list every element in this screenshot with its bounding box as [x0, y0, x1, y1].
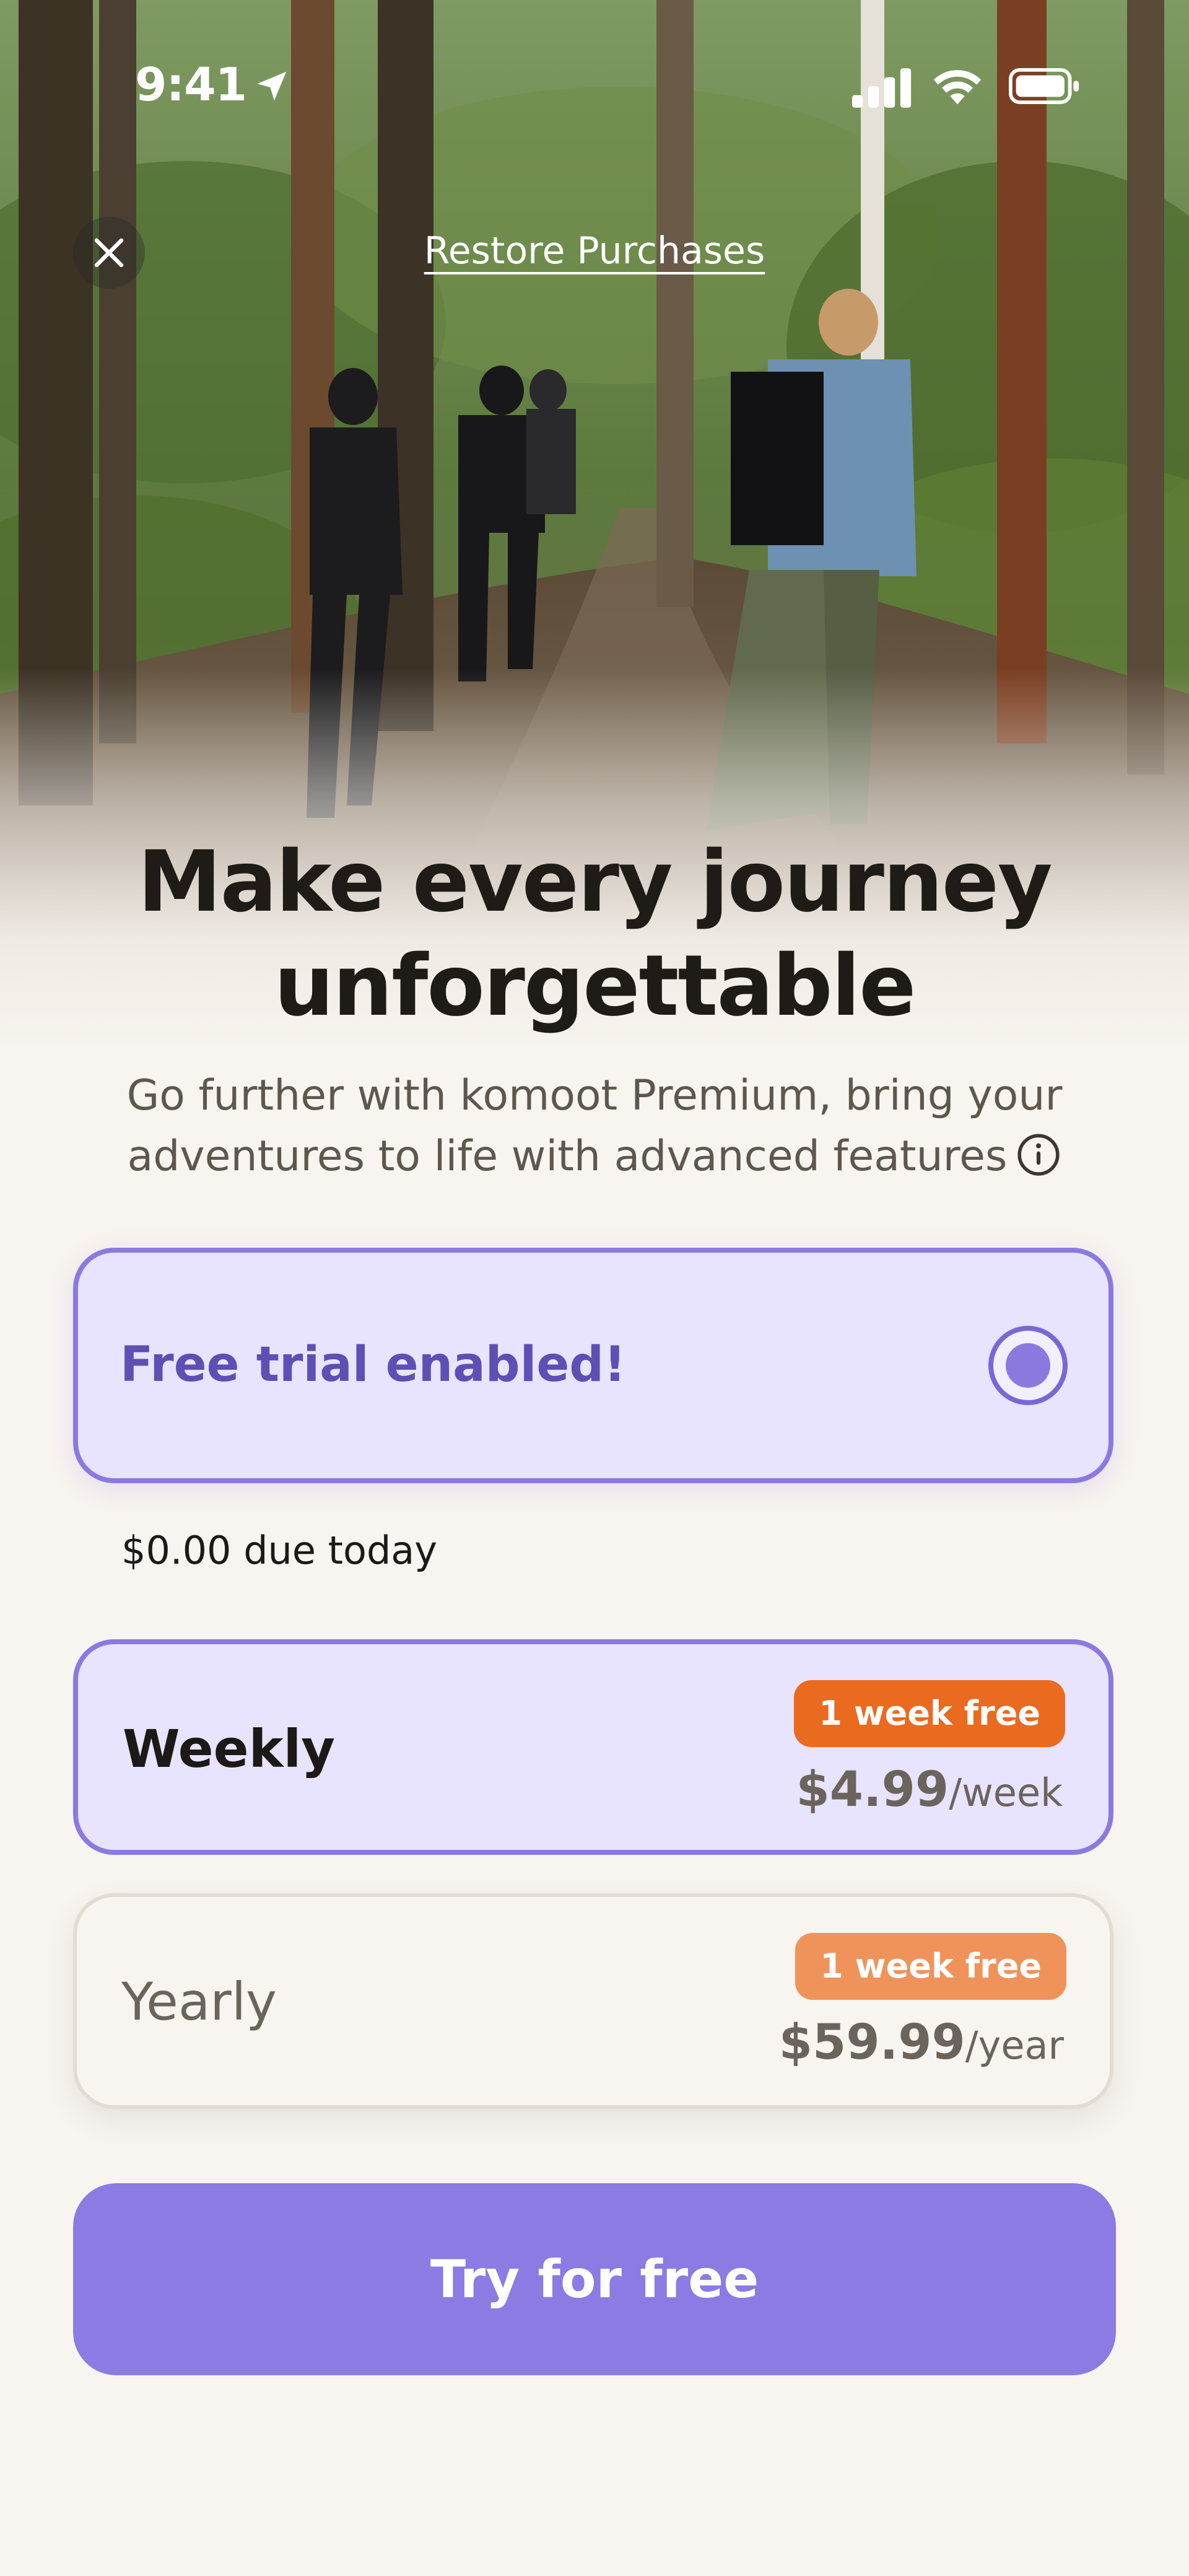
page-subtitle-line-2-text: adventures to life with advanced feature…: [127, 1132, 1008, 1181]
location-arrow-icon: [257, 71, 287, 101]
plan-name: Yearly: [121, 1971, 277, 2032]
plan-option-yearly[interactable]: Yearly 1 week free $59.99/year: [73, 1893, 1113, 2109]
due-today-text: $0.00 due today: [121, 1528, 437, 1573]
page-title-line-1: Make every journey: [137, 833, 1052, 931]
plan-name: Weekly: [123, 1719, 336, 1779]
page-subtitle: Go further with komoot Premium, bring yo…: [81, 1066, 1108, 1187]
plan-option-weekly[interactable]: Weekly 1 week free $4.99/week: [73, 1639, 1113, 1855]
status-bar: 9:41: [0, 0, 1189, 112]
page-subtitle-line-2: adventures to life with advanced feature…: [81, 1126, 1108, 1187]
free-week-badge: 1 week free: [795, 1933, 1066, 2000]
battery-icon: [1009, 68, 1079, 104]
wifi-icon: [933, 70, 982, 105]
restore-purchases-link[interactable]: Restore Purchases: [347, 229, 842, 273]
plan-price: $4.99/week: [796, 1762, 1063, 1818]
status-time: 9:41: [135, 58, 247, 112]
plan-price-amount: $4.99: [796, 1762, 949, 1818]
free-trial-radio-selected-dot: [1006, 1343, 1050, 1388]
plan-price-amount: $59.99: [778, 2015, 965, 2070]
free-trial-toggle[interactable]: Free trial enabled!: [73, 1248, 1113, 1483]
cellular-signal-icon: [852, 68, 912, 108]
plan-price-period: /week: [949, 1770, 1063, 1815]
page-title: Make every journey unforgettable: [74, 830, 1115, 1038]
paywall-screen: 9:41 Restore Purchases Make every journe: [0, 0, 1189, 2576]
info-icon[interactable]: [1016, 1132, 1061, 1178]
free-week-badge: 1 week free: [794, 1680, 1065, 1747]
try-for-free-button[interactable]: Try for free: [73, 2183, 1116, 2375]
page-subtitle-line-1: Go further with komoot Premium, bring yo…: [126, 1071, 1063, 1120]
close-icon: [94, 238, 124, 268]
page-title-line-2: unforgettable: [274, 937, 917, 1035]
close-button[interactable]: [73, 217, 145, 289]
free-trial-label: Free trial enabled!: [120, 1337, 626, 1393]
plan-price-period: /year: [965, 2023, 1064, 2068]
plan-price: $59.99/year: [779, 2015, 1064, 2070]
free-trial-radio[interactable]: [988, 1326, 1068, 1405]
